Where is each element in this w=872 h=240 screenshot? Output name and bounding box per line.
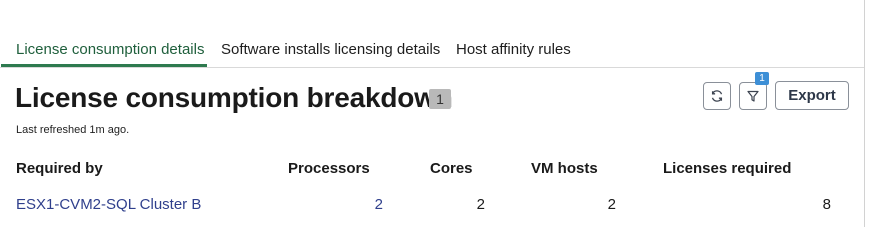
column-header-processors[interactable]: Processors <box>288 160 370 177</box>
refresh-icon <box>711 90 723 102</box>
cores-value: 2 <box>476 196 485 213</box>
tab-bar: License consumption details Software ins… <box>0 34 864 68</box>
column-header-required-by[interactable]: Required by <box>16 160 103 177</box>
column-header-licenses-required[interactable]: Licenses required <box>663 160 791 177</box>
vm-hosts-value: 2 <box>607 196 616 213</box>
active-tab-indicator <box>1 64 207 67</box>
page-title: License consumption breakdown <box>15 82 453 113</box>
last-refreshed-text: Last refreshed 1m ago. <box>16 124 130 136</box>
required-by-link[interactable]: ESX1-CVM2-SQL Cluster B <box>16 196 201 213</box>
window-right-edge <box>864 0 865 227</box>
filter-icon <box>747 90 759 102</box>
processors-link[interactable]: 2 <box>343 196 383 213</box>
filter-count-badge: 1 <box>755 72 769 85</box>
refresh-button[interactable] <box>703 82 731 110</box>
tab-license-consumption-details[interactable]: License consumption details <box>16 41 204 58</box>
column-header-cores[interactable]: Cores <box>430 160 473 177</box>
tab-host-affinity-rules[interactable]: Host affinity rules <box>456 41 571 58</box>
tab-software-installs-licensing-details[interactable]: Software installs licensing details <box>221 41 440 58</box>
export-button[interactable]: Export <box>775 81 849 110</box>
column-header-vm-hosts[interactable]: VM hosts <box>531 160 598 177</box>
filter-button[interactable] <box>739 82 767 110</box>
licenses-required-value: 8 <box>822 196 831 213</box>
count-badge: 1 <box>429 89 451 109</box>
